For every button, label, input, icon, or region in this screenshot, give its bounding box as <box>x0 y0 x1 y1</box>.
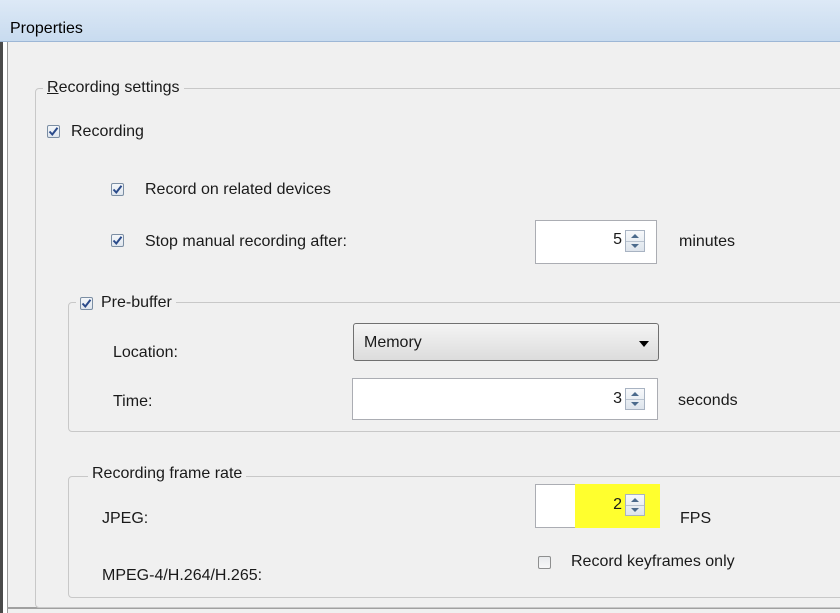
recording-settings-legend: Recording settings <box>43 78 184 98</box>
spin-down-arrow-icon[interactable] <box>626 400 644 410</box>
legend-text: ecording settings <box>58 79 180 96</box>
pre-buffer-label: Pre-buffer <box>101 294 172 311</box>
spin-up-arrow-icon[interactable] <box>626 389 644 400</box>
check-mark-icon <box>81 298 92 308</box>
frame-rate-legend: Recording frame rate <box>88 464 247 484</box>
keyframes-only-label: Record keyframes only <box>571 553 735 570</box>
spin-up-arrow-icon[interactable] <box>626 495 644 506</box>
pre-buffer-checkbox[interactable] <box>80 296 93 310</box>
location-dropdown[interactable]: Memory <box>353 323 659 361</box>
recording-label: Recording <box>71 123 144 140</box>
window-title: Properties <box>10 20 83 37</box>
keyframes-only-checkbox[interactable] <box>538 556 551 569</box>
stop-manual-unit: minutes <box>679 233 736 250</box>
jpeg-fps-spinner[interactable] <box>625 494 645 516</box>
record-related-label: Record on related devices <box>145 181 331 198</box>
legend-accelerator: R <box>47 79 59 96</box>
stop-manual-label: Stop manual recording after: <box>145 233 347 250</box>
check-mark-icon <box>112 236 123 246</box>
time-value: 3 <box>613 390 622 407</box>
spin-down-arrow-icon[interactable] <box>626 242 644 252</box>
time-unit: seconds <box>678 392 738 409</box>
spin-down-arrow-icon[interactable] <box>626 506 644 516</box>
jpeg-unit: FPS <box>680 510 712 527</box>
location-label: Location: <box>113 344 178 361</box>
title-bar <box>0 0 840 42</box>
time-label: Time: <box>113 393 153 410</box>
chevron-down-icon <box>639 341 649 347</box>
stop-manual-checkbox[interactable] <box>111 234 124 247</box>
location-dropdown-value: Memory <box>364 334 422 351</box>
spin-up-arrow-icon[interactable] <box>626 231 644 242</box>
check-mark-icon <box>48 127 59 137</box>
check-mark-icon <box>112 185 123 195</box>
recording-checkbox[interactable] <box>47 125 60 138</box>
time-spinner[interactable] <box>625 388 645 410</box>
pre-buffer-legend: Pre-buffer <box>76 292 176 314</box>
stop-manual-minutes-value: 5 <box>613 231 622 248</box>
stop-manual-spinner[interactable] <box>625 230 645 252</box>
record-related-checkbox[interactable] <box>111 183 124 196</box>
window-frame-left <box>0 42 3 613</box>
jpeg-fps-value: 2 <box>613 496 622 513</box>
jpeg-label: JPEG: <box>102 510 149 527</box>
mpeg-label: MPEG-4/H.264/H.265: <box>102 567 263 584</box>
